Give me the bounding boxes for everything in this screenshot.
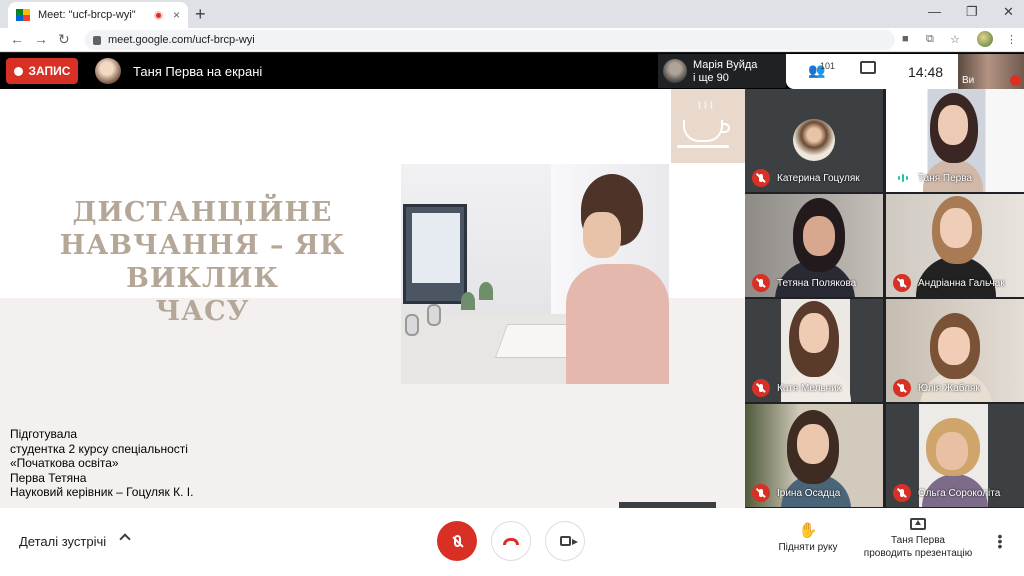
- speaking-indicator-icon: [898, 174, 908, 182]
- participant-tile[interactable]: Катерина Гоцуляк: [745, 89, 883, 192]
- microphone-toggle-button[interactable]: [437, 521, 477, 561]
- browser-tab[interactable]: Meet: "ucf-brcp-wyi" ×: [8, 2, 188, 28]
- participant-name: Тетяна Полякова: [777, 278, 857, 289]
- muted-mic-icon: [893, 379, 911, 397]
- tab-close-button[interactable]: ×: [173, 8, 180, 22]
- muted-mic-icon: [752, 379, 770, 397]
- self-muted-icon: [1010, 75, 1021, 86]
- hand-icon: ✋: [798, 522, 818, 539]
- credits-line: Підготувала: [10, 427, 78, 441]
- muted-mic-icon: [893, 274, 911, 292]
- camera-permission-icon[interactable]: ■: [902, 33, 909, 45]
- bookmark-star-icon[interactable]: ☆: [950, 33, 960, 46]
- meet-logo-icon: [16, 9, 30, 21]
- participant-tile[interactable]: Таня Перва: [886, 89, 1024, 192]
- chevron-up-icon[interactable]: [119, 533, 131, 545]
- camera-icon: [559, 536, 578, 546]
- more-options-icon[interactable]: • • •: [997, 529, 1003, 553]
- leave-call-button[interactable]: [491, 521, 531, 561]
- self-view-tile[interactable]: Ви: [958, 54, 1024, 89]
- people-count: 101: [820, 61, 836, 71]
- tab-title: Meet: "ucf-brcp-wyi": [38, 9, 136, 21]
- present-screen-icon: [910, 518, 926, 530]
- participant-name: Катя Мельник: [777, 383, 842, 394]
- participant-name: Таня Перва: [918, 173, 973, 184]
- participant-tile[interactable]: Ольга Сороколіта: [886, 404, 1024, 507]
- participant-avatar: [793, 119, 835, 161]
- back-button[interactable]: ←: [10, 31, 24, 47]
- hang-up-icon: [503, 537, 519, 545]
- participant-name: Катерина Гоцуляк: [777, 173, 860, 184]
- translate-icon[interactable]: ⧉: [926, 33, 934, 46]
- url-text: meet.google.com/ucf-brcp-wyi: [108, 34, 255, 46]
- raise-hand-button[interactable]: ✋ Підняти руку: [770, 521, 846, 553]
- participant-tile[interactable]: Ірина Осадца: [745, 404, 883, 507]
- credits-line: Перва Тетяна: [10, 470, 87, 485]
- url-field[interactable]: meet.google.com/ucf-brcp-wyi: [85, 30, 895, 50]
- person-image: [566, 264, 669, 384]
- join-notification[interactable]: Марія Вуйда і ще 90: [658, 54, 786, 88]
- forward-button[interactable]: →: [34, 31, 48, 47]
- monitor-image: [403, 204, 467, 304]
- presenting-line-2: проводить презентацію: [863, 548, 973, 559]
- lock-icon: [93, 35, 101, 45]
- slide-photo: [401, 164, 669, 384]
- browser-tab-strip: Meet: "ucf-brcp-wyi" × + — ❐ ✕: [0, 0, 1024, 28]
- participant-tile[interactable]: Андріанна Гальчак: [886, 194, 1024, 297]
- presentation-slide: ⌇ ⌇ ⌇ ДИСТАНЦІЙНЕ НАВЧАННЯ – ЯК ВИКЛИК Ч…: [0, 89, 745, 508]
- slide-title-line: ДИСТАНЦІЙНЕ: [72, 197, 333, 228]
- presenter-status: Таня Перва на екрані: [133, 64, 263, 79]
- participant-tile[interactable]: Юлія Жабляк: [886, 299, 1024, 402]
- window-close-button[interactable]: ✕: [1003, 4, 1014, 20]
- participant-grid: Катерина Гоцуляк Таня Перва Тетяна Поляк…: [745, 89, 1024, 508]
- joiner-avatar: [663, 59, 687, 83]
- participant-name: Ірина Осадца: [777, 488, 841, 499]
- reload-button[interactable]: ↻: [58, 31, 70, 48]
- credits-line: Науковий керівник – Гоцуляк К. І.: [10, 485, 194, 499]
- muted-mic-icon: [752, 274, 770, 292]
- muted-mic-icon: [893, 484, 911, 502]
- profile-avatar[interactable]: [977, 31, 993, 47]
- recording-label: ЗАПИС: [28, 64, 71, 78]
- participant-name: Андріанна Гальчак: [918, 278, 1005, 289]
- credits-line: студентка 2 курсу спеціальності: [10, 441, 188, 456]
- camera-toggle-button[interactable]: [545, 521, 585, 561]
- muted-mic-icon: [752, 484, 770, 502]
- recording-indicator-icon: [153, 10, 163, 20]
- self-label: Ви: [962, 75, 975, 86]
- slide-title: ДИСТАНЦІЙНЕ НАВЧАННЯ – ЯК ВИКЛИК ЧАСУ: [10, 196, 395, 328]
- credits-line: «Початкова освіта»: [10, 456, 119, 470]
- meeting-clock: 14:48: [908, 64, 944, 80]
- presenting-line-1: Таня Перва: [890, 535, 945, 546]
- slide-title-line: ЧАСУ: [155, 296, 250, 327]
- browser-menu-icon[interactable]: ⋮: [1006, 33, 1017, 46]
- new-tab-button[interactable]: +: [195, 4, 206, 25]
- recording-button[interactable]: ЗАПИС: [6, 58, 78, 84]
- maximize-button[interactable]: ❐: [966, 4, 978, 20]
- meeting-controls-bar: Деталі зустрічі ✋ Підняти руку Таня Перв…: [0, 508, 1024, 576]
- slide-credits: Підготувала студентка 2 курсу спеціально…: [10, 427, 193, 500]
- record-dot-icon: [13, 66, 23, 76]
- joiner-more: і ще 90: [693, 72, 729, 84]
- chat-icon[interactable]: [860, 61, 876, 74]
- meet-window: Meet: "ucf-brcp-wyi" × + — ❐ ✕ ← → ↻ mee…: [0, 0, 1024, 576]
- minimize-button[interactable]: —: [928, 4, 941, 19]
- participant-tile[interactable]: Тетяна Полякова: [745, 194, 883, 297]
- coffee-cup-icon: ⌇ ⌇ ⌇: [671, 89, 745, 163]
- slide-title-line: НАВЧАННЯ – ЯК ВИКЛИК: [59, 230, 346, 294]
- address-bar-row: ← → ↻ meet.google.com/ucf-brcp-wyi ■ ⧉ ☆…: [0, 28, 1024, 52]
- mic-off-icon: [453, 535, 461, 547]
- meeting-details-button[interactable]: Деталі зустрічі: [19, 534, 106, 549]
- raise-hand-label: Підняти руку: [778, 542, 838, 553]
- participant-name: Ольга Сороколіта: [918, 488, 1001, 499]
- meeting-info-panel: 👥 101 14:48: [786, 54, 958, 89]
- muted-mic-icon: [752, 169, 770, 187]
- presentation-status-button[interactable]: Таня Перва проводить презентацію: [858, 518, 978, 560]
- presenter-avatar: [95, 58, 121, 84]
- participant-tile[interactable]: Катя Мельник: [745, 299, 883, 402]
- participant-name: Юлія Жабляк: [918, 383, 980, 394]
- joiner-name: Марія Вуйда: [693, 59, 758, 71]
